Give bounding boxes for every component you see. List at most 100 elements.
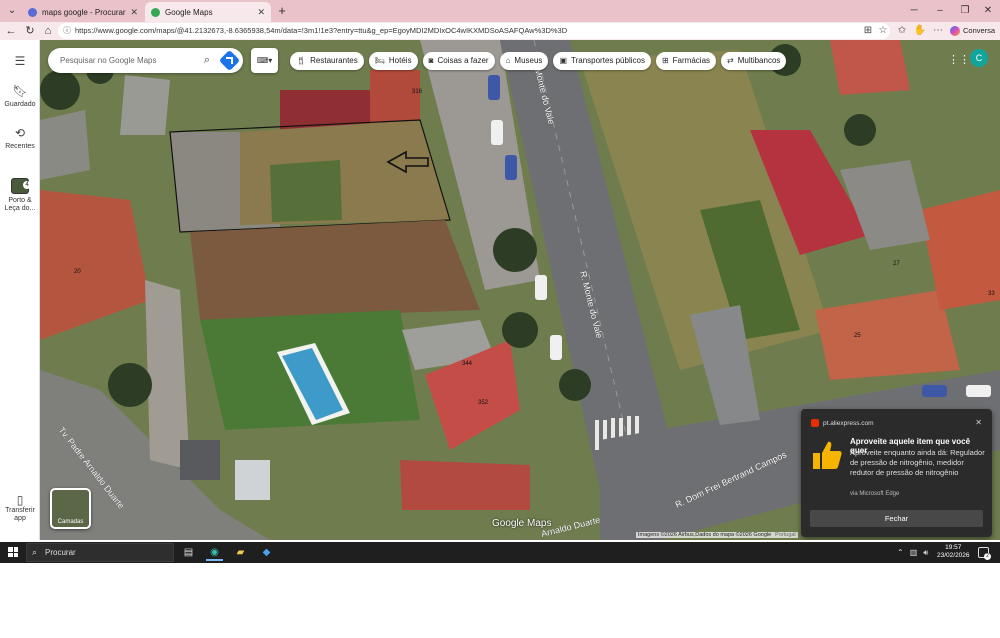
recent-count-badge: 4 — [23, 181, 31, 189]
bookmark-icon: 🔖︎ — [12, 84, 28, 98]
close-tab-icon[interactable]: ✕ — [130, 7, 138, 18]
chip-label: Restaurantes — [310, 56, 358, 65]
recents-button[interactable]: ⟲ Recentes — [0, 126, 40, 150]
dirt-field — [190, 220, 480, 320]
minimize-icon[interactable]: ─ — [906, 3, 922, 19]
windows-taskbar: ⌕ Procurar ▤ ◉ ▰ ◆ ⌃ ▥ 🔊︎ 19:57 23/02/20… — [0, 542, 1000, 563]
clock-time: 19:57 — [945, 544, 962, 551]
chip-pharmacies[interactable]: ⊞ Farmácias — [655, 52, 717, 70]
train-icon: ▣ — [559, 56, 567, 65]
volume-icon[interactable]: 🔊︎ — [923, 548, 928, 558]
category-chips: 🍴︎ Restaurantes 🛏︎ Hotéis ◙ Coisas a fazer … — [290, 52, 787, 70]
screen: ⌄ maps google - Procurar ✕ Google Maps ✕… — [0, 0, 1000, 563]
search-input[interactable]: Pesquisar no Google Maps ⌕ — [48, 48, 243, 73]
tab-google-maps[interactable]: Google Maps ✕ — [145, 2, 271, 22]
favorites-icon[interactable]: ✩ — [895, 23, 909, 39]
attribution-text: Imagens ©2026 Airbus,Dados do mapa ©2026… — [638, 532, 772, 538]
show-hidden-icons-chevron-icon[interactable]: ⌃ — [897, 548, 904, 557]
more-menu-icon[interactable]: ⋯ — [931, 23, 945, 39]
house-number: 33 — [988, 291, 995, 297]
window-minimize-icon[interactable]: – — [932, 3, 948, 19]
tab-label: Google Maps — [165, 7, 213, 17]
task-view-icon[interactable]: ▤ — [180, 544, 197, 561]
google-maps-logo: Google Maps — [492, 518, 552, 529]
edge-browser-icon[interactable]: ◉ — [206, 544, 223, 561]
back-arrow-icon[interactable]: ← — [3, 23, 19, 39]
notification-source-label: pt.aliexpress.com — [823, 419, 874, 427]
system-tray: ⌃ ▥ 🔊︎ — [897, 542, 928, 563]
site-info-icon[interactable]: ⓘ — [63, 23, 71, 39]
system-clock[interactable]: 19:57 23/02/2026 — [937, 544, 970, 560]
new-tab-plus-icon[interactable]: + — [275, 3, 289, 19]
refresh-icon[interactable]: ↻ — [22, 23, 38, 39]
search-favicon-icon — [28, 7, 37, 17]
browser-toolbar: ← ↻ ⌂ ⓘ https://www.google.com/maps/@41.… — [0, 22, 1000, 40]
house-number: 27 — [893, 261, 900, 267]
house-number: 316 — [412, 89, 423, 95]
network-icon[interactable]: ▥ — [910, 548, 918, 557]
close-window-icon[interactable]: ✕ — [980, 3, 996, 19]
chip-label: Coisas a fazer — [437, 56, 489, 65]
url-text: https://www.google.com/maps/@41.2132673,… — [75, 26, 568, 35]
copilot-logo-icon — [950, 26, 960, 36]
chip-label: Transportes públicos — [571, 56, 645, 65]
maps-favicon-icon — [151, 7, 160, 17]
copilot-button[interactable]: Conversa — [950, 23, 995, 39]
directions-icon[interactable] — [218, 49, 241, 72]
layers-button[interactable]: Camadas — [50, 488, 91, 529]
chip-atms[interactable]: ⇄ Multibancos — [721, 52, 787, 70]
tab-label: maps google - Procurar — [42, 7, 126, 17]
thumbs-up-icon — [813, 441, 842, 469]
chip-things-to-do[interactable]: ◙ Coisas a fazer — [422, 52, 495, 70]
address-bar[interactable]: ⓘ https://www.google.com/maps/@41.213267… — [58, 23, 890, 39]
saved-label: Guardado — [4, 101, 36, 108]
home-icon[interactable]: ⌂ — [40, 23, 56, 39]
chip-museums[interactable]: ⌂ Museus — [499, 52, 549, 70]
notification-center-icon[interactable]: 2 — [978, 547, 991, 560]
recent-place-label: Porto & Leça do... — [4, 197, 36, 212]
keyboard-icon: ⌨▾ — [256, 56, 273, 65]
house-number: 25 — [854, 333, 861, 339]
maximize-icon[interactable]: ❐ — [957, 3, 973, 19]
house-number: 20 — [74, 269, 81, 275]
menu-button[interactable]: ☰ — [0, 54, 40, 71]
tab-actions-chevron-icon[interactable]: ⌄ — [4, 3, 20, 19]
copilot-label: Conversa — [963, 26, 996, 35]
clock-date: 23/02/2026 — [937, 552, 970, 559]
recents-label: Recentes — [5, 143, 35, 150]
search-icon[interactable]: ⌕ — [204, 48, 210, 73]
app-available-icon[interactable]: ⊞ — [861, 23, 875, 39]
museum-icon: ⌂ — [505, 56, 511, 65]
extensions-icon[interactable]: ✋ — [913, 23, 927, 39]
history-icon: ⟲ — [14, 126, 26, 140]
download-app-button[interactable]: ▯ Transferir app — [0, 494, 40, 523]
chip-transit[interactable]: ▣ Transportes públicos — [553, 52, 651, 70]
recent-place-thumbnail: 4 — [11, 178, 31, 194]
taskbar-search-input[interactable]: ⌕ Procurar — [26, 543, 174, 562]
notification-via: via Microsoft Edge — [850, 491, 900, 497]
taskbar-search-label: Procurar — [45, 548, 76, 557]
notification-body: Aproveite enquanto ainda dá: Regulador d… — [850, 448, 985, 477]
notification-close-icon[interactable]: ✕ — [975, 418, 982, 427]
chip-label: Hotéis — [388, 56, 412, 65]
favorite-star-icon[interactable]: ☆ — [876, 23, 890, 39]
notification-close-button[interactable]: Fechar — [810, 510, 983, 527]
file-explorer-icon[interactable]: ▰ — [232, 544, 249, 561]
tab-bing-search[interactable]: maps google - Procurar ✕ — [22, 2, 144, 22]
attribution-country: Portugal — [775, 532, 796, 538]
store-icon[interactable]: ◆ — [258, 544, 275, 561]
saved-button[interactable]: 🔖︎ Guardado — [0, 84, 40, 108]
windows-start-icon[interactable] — [8, 547, 18, 557]
bed-icon: 🛏︎ — [374, 56, 385, 65]
notification-source: pt.aliexpress.com — [811, 419, 874, 427]
close-tab-icon[interactable]: ✕ — [257, 7, 265, 18]
chip-restaurants[interactable]: 🍴︎ Restaurantes — [290, 52, 364, 70]
chip-hotels[interactable]: 🛏︎ Hotéis — [368, 52, 418, 70]
account-avatar[interactable]: C — [970, 49, 988, 67]
chip-label: Multibancos — [737, 56, 781, 65]
recent-place-item[interactable]: 4 Porto & Leça do... — [0, 178, 40, 213]
atm-icon: ⇄ — [727, 56, 734, 65]
pharmacy-icon: ⊞ — [661, 56, 669, 65]
keyboard-input-button[interactable]: ⌨▾ — [251, 48, 278, 73]
chip-label: Museus — [514, 56, 543, 65]
